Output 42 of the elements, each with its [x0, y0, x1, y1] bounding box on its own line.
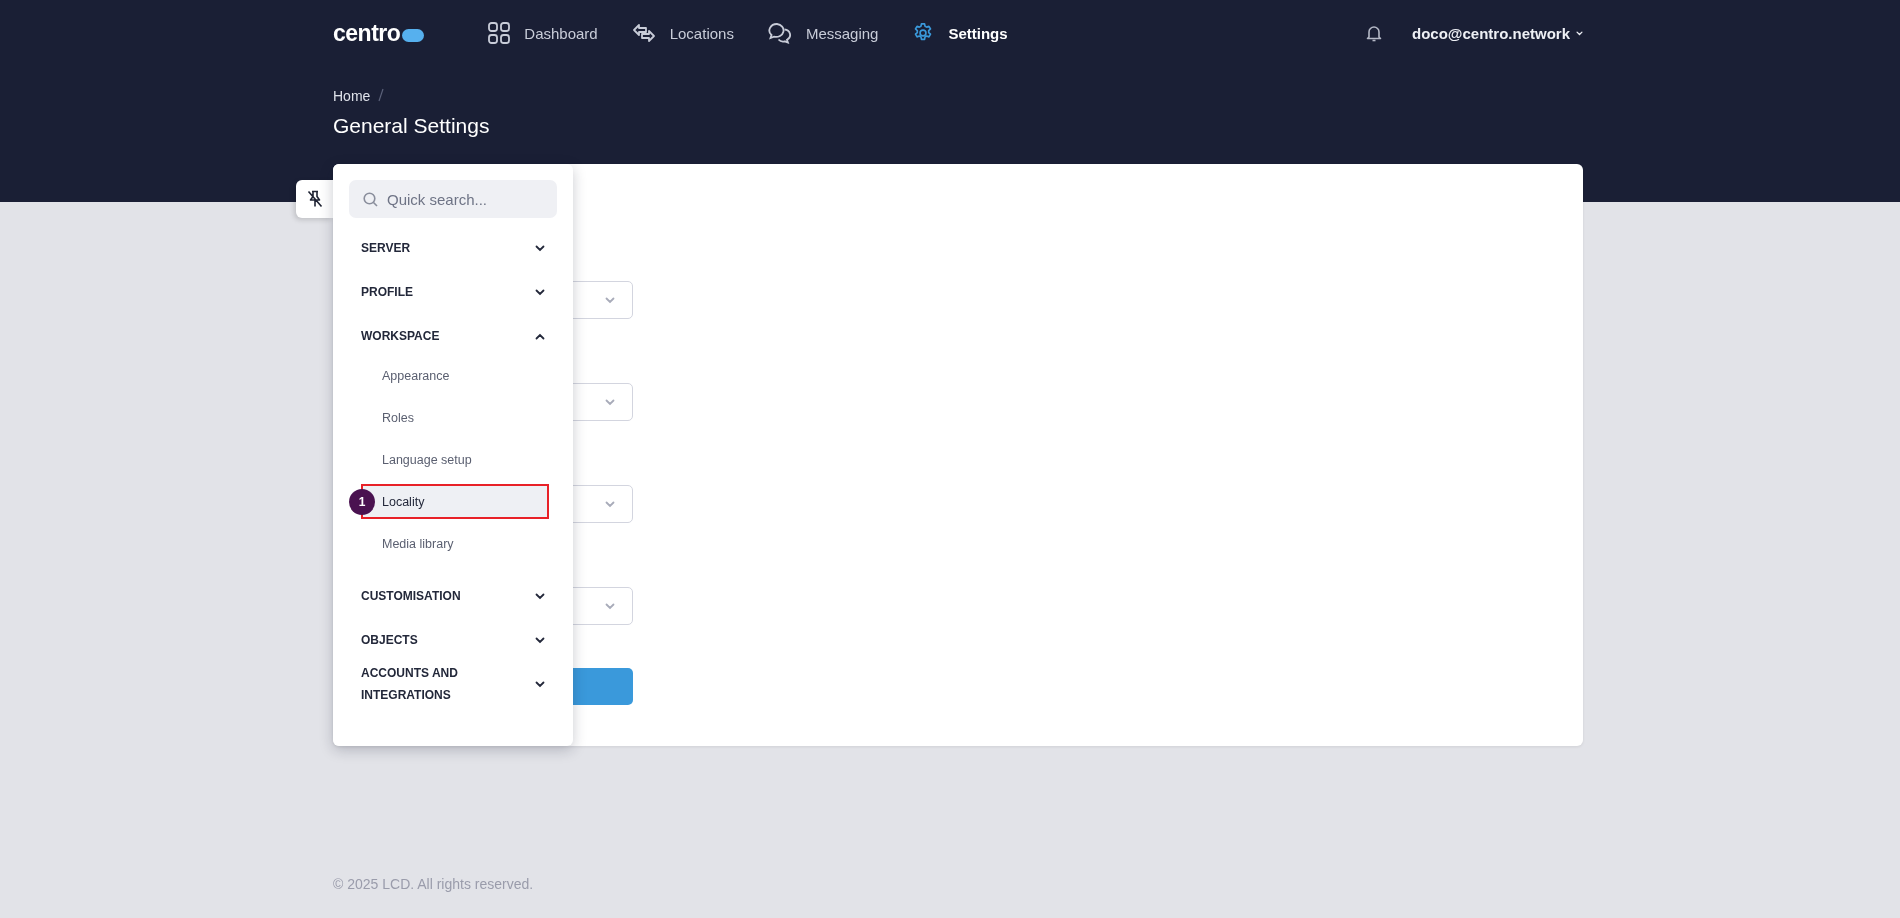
step-badge: 1	[349, 488, 375, 515]
copyright-text: © 2025 LCD. All rights reserved.	[333, 876, 535, 892]
logo-pill-icon	[402, 29, 425, 42]
menu-section-header[interactable]: CUSTOMISATION	[349, 574, 557, 618]
menu-item[interactable]: Appearance	[361, 358, 549, 393]
menu-item[interactable]: Media library	[361, 526, 549, 561]
menu-item[interactable]: Language setup	[361, 442, 549, 477]
menu-section-header[interactable]: ACCOUNTS AND INTEGRATIONS	[349, 662, 557, 706]
search-icon	[363, 192, 378, 207]
unpin-button[interactable]	[296, 180, 333, 218]
pin-off-icon	[306, 190, 323, 208]
logo-text: centro	[333, 19, 401, 47]
dashboard-grid-icon	[488, 22, 511, 44]
user-menu[interactable]: doco@centro.network	[1412, 24, 1583, 42]
page-title: General Settings	[333, 114, 491, 138]
chevron-down-icon	[535, 288, 545, 296]
chevron-up-icon	[535, 332, 545, 340]
chevron-down-icon	[605, 500, 615, 508]
breadcrumb-link[interactable]: Home	[333, 88, 371, 104]
menu-item[interactable]: Roles	[361, 400, 549, 435]
nav-tab[interactable]: Settings	[912, 22, 1008, 44]
menu-section-header[interactable]: OBJECTS	[349, 618, 557, 662]
chevron-down-icon	[535, 244, 545, 252]
swap-arrows-icon	[631, 23, 656, 43]
chevron-down-icon	[605, 398, 615, 406]
chat-bubbles-icon	[767, 22, 792, 44]
nav-tab[interactable]: Messaging	[767, 22, 879, 44]
nav-tab[interactable]: Dashboard	[488, 22, 598, 44]
chevron-down-icon	[535, 592, 545, 600]
breadcrumb-separator-icon	[378, 88, 385, 102]
chevron-down-icon	[535, 680, 545, 688]
menu-section-header[interactable]: WORKSPACE	[349, 314, 557, 358]
search-field[interactable]: Quick search...	[349, 180, 557, 218]
chevron-down-icon	[535, 636, 545, 644]
chevron-down-icon	[1576, 30, 1583, 36]
menu-section-header[interactable]: SERVER	[349, 226, 557, 270]
menu-section-header[interactable]: PROFILE	[349, 270, 557, 314]
chevron-down-icon	[605, 296, 615, 304]
nav-tab[interactable]: Locations	[631, 22, 734, 44]
notification-bell-icon[interactable]	[1366, 24, 1382, 42]
logo[interactable]: centro	[333, 19, 425, 47]
chevron-down-icon	[605, 602, 615, 610]
